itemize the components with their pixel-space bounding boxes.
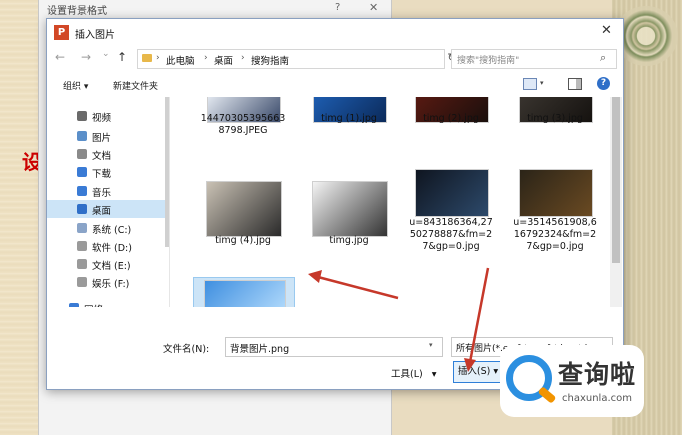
arrow-to-image <box>308 270 399 300</box>
arrow-to-insert <box>464 267 490 372</box>
site-watermark: 查询啦 chaxunla.com <box>500 345 644 417</box>
logo-handle <box>537 386 557 404</box>
watermark-name: 查询啦 <box>558 360 637 389</box>
watermark-url: chaxunla.com <box>562 393 632 404</box>
